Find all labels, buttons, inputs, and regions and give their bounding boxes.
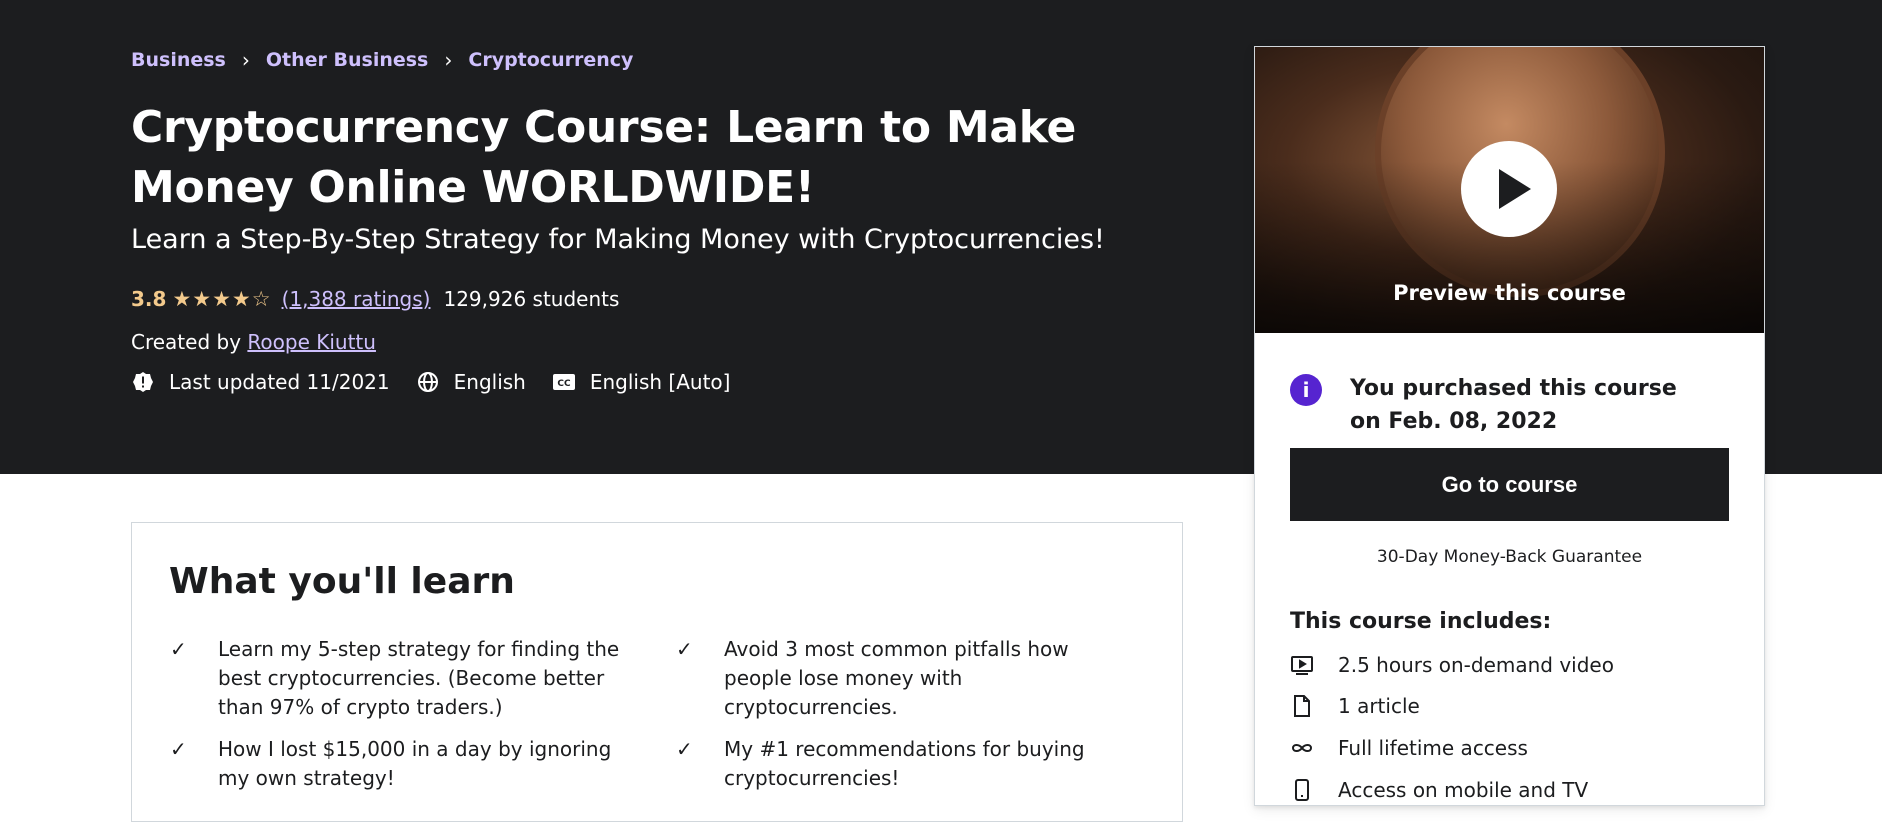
captions-text: English [Auto] — [589, 370, 731, 394]
last-updated: Last updated 11/2021 — [131, 370, 390, 394]
include-item: Access on mobile and TV — [1290, 778, 1588, 802]
ratings-link[interactable]: (1,388 ratings) — [282, 287, 431, 311]
student-count: 129,926 students — [443, 287, 620, 311]
rating-value: 3.8 — [131, 287, 167, 311]
mobile-icon — [1295, 779, 1309, 801]
captions: CC English [Auto] — [552, 370, 731, 394]
money-back-guarantee: 30-Day Money-Back Guarantee — [1376, 547, 1643, 567]
purchase-notice: i You purchased this course on Feb. 08, … — [1290, 372, 1710, 438]
course-preview[interactable]: Preview this course — [1255, 47, 1764, 333]
check-icon: ✓ — [676, 637, 693, 661]
learn-item: ✓ My #1 recommendations for buying crypt… — [676, 735, 1104, 793]
check-icon: ✓ — [170, 737, 187, 761]
course-title: Cryptocurrency Course: Learn to Make Mon… — [131, 102, 1077, 213]
learn-item: ✓ Learn my 5-step strategy for finding t… — [170, 635, 648, 722]
purchase-notice-text: You purchased this course on Feb. 08, 20… — [1350, 376, 1677, 434]
learn-item-text: How I lost $15,000 in a day by ignoring … — [218, 737, 612, 790]
svg-text:CC: CC — [557, 379, 571, 389]
chevron-right-icon: › — [444, 48, 453, 72]
chevron-right-icon: › — [241, 48, 250, 72]
includes-title: This course includes: — [1290, 609, 1552, 634]
star-rating-icon: ★★★★☆ — [172, 287, 272, 311]
video-icon — [1291, 656, 1313, 675]
breadcrumb: Business › Other Business › Cryptocurren… — [131, 48, 633, 72]
course-meta: Last updated 11/2021 English CC English … — [131, 370, 756, 394]
last-updated-text: Last updated 11/2021 — [169, 370, 390, 394]
check-icon: ✓ — [676, 737, 693, 761]
what-youll-learn: What you'll learn ✓ Learn my 5-step stra… — [131, 522, 1183, 822]
breadcrumb-other-business[interactable]: Other Business — [266, 49, 429, 71]
created-by: Created by Roope Kiuttu — [131, 330, 376, 354]
preview-label[interactable]: Preview this course — [1255, 281, 1764, 305]
include-item: 2.5 hours on-demand video — [1290, 653, 1614, 677]
learn-item-text: Avoid 3 most common pitfalls how people … — [724, 637, 1069, 719]
breadcrumb-cryptocurrency[interactable]: Cryptocurrency — [468, 49, 633, 71]
play-icon[interactable] — [1461, 141, 1557, 237]
include-item: 1 article — [1290, 694, 1420, 718]
breadcrumb-business[interactable]: Business — [131, 49, 226, 71]
course-subtitle: Learn a Step-By-Step Strategy for Making… — [131, 224, 1105, 255]
check-icon: ✓ — [170, 637, 187, 661]
include-item-label: Access on mobile and TV — [1338, 778, 1589, 802]
include-item-label: Full lifetime access — [1338, 736, 1528, 760]
rating-row: 3.8 ★★★★☆ (1,388 ratings) 129,926 studen… — [131, 287, 619, 311]
include-item: Full lifetime access — [1290, 736, 1528, 760]
author-link[interactable]: Roope Kiuttu — [247, 330, 376, 354]
language-text: English — [453, 370, 526, 394]
infinity-icon — [1291, 744, 1313, 752]
globe-icon — [417, 372, 438, 392]
learn-item-text: Learn my 5-step strategy for finding the… — [218, 637, 620, 719]
learn-title: What you'll learn — [169, 561, 515, 602]
include-item-label: 1 article — [1338, 694, 1420, 718]
learn-item: ✓ How I lost $15,000 in a day by ignorin… — [170, 735, 638, 793]
course-sidebar: Preview this course i You purchased this… — [1254, 46, 1765, 806]
learn-item: ✓ Avoid 3 most common pitfalls how peopl… — [676, 635, 1124, 722]
language: English — [416, 370, 526, 394]
info-icon: i — [1290, 374, 1322, 406]
closed-captions-icon: CC — [552, 374, 575, 390]
alert-badge-icon — [133, 372, 153, 392]
created-by-label: Created by — [131, 330, 242, 354]
include-item-label: 2.5 hours on-demand video — [1338, 653, 1614, 677]
learn-item-text: My #1 recommendations for buying cryptoc… — [724, 737, 1085, 790]
go-to-course-button[interactable]: Go to course — [1290, 448, 1729, 521]
article-icon — [1294, 695, 1310, 717]
